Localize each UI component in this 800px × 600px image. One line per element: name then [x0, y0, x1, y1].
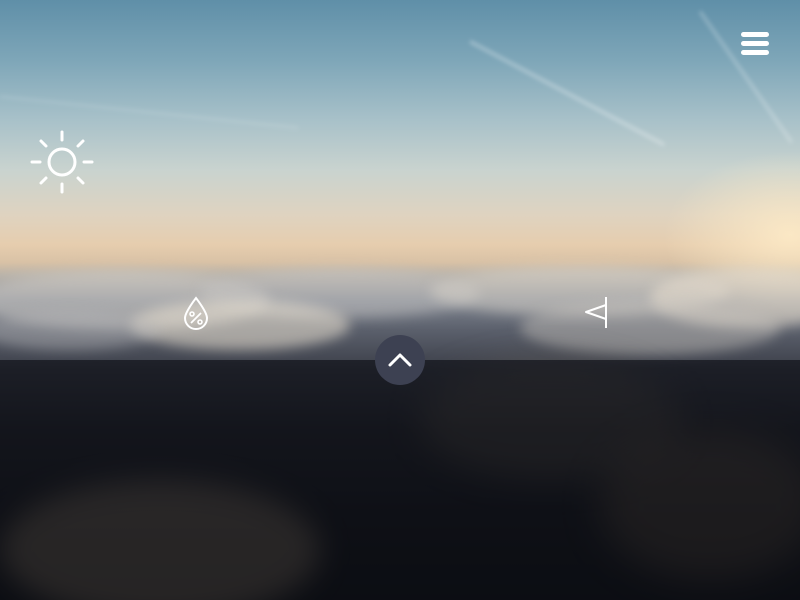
wind-flag-icon: [582, 296, 612, 330]
chevron-up-icon: [388, 353, 412, 367]
details-panel: [0, 360, 800, 600]
sun-icon: [28, 128, 96, 196]
expand-panel-button[interactable]: [375, 335, 425, 385]
hamburger-menu-icon[interactable]: [740, 30, 772, 60]
weather-app: [0, 0, 800, 600]
water-drop-percent-icon: [182, 296, 210, 330]
